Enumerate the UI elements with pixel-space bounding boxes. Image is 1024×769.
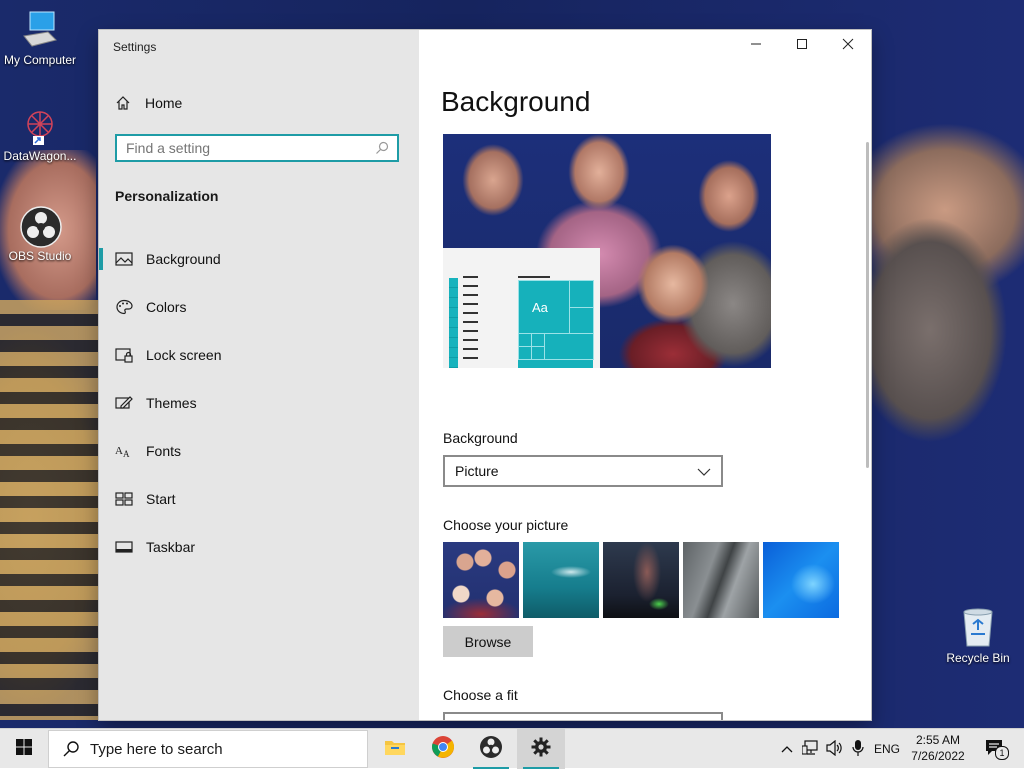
settings-window: Settings Home Personalization Background… xyxy=(99,30,871,720)
search-icon xyxy=(62,740,80,758)
choose-fit-dropdown[interactable] xyxy=(443,712,723,720)
network-icon xyxy=(801,739,820,759)
sidebar-item-label: Taskbar xyxy=(146,539,196,555)
thumbnail-band-photo[interactable] xyxy=(443,542,519,618)
window-title: Settings xyxy=(113,40,157,54)
personalization-nav-list: Background Colors Lock screen Themes AA … xyxy=(99,235,419,571)
settings-content-pane: Background Aa Background Picture Choose … xyxy=(419,30,871,720)
taskbar-clock[interactable]: 2:55 AM 7/26/2022 xyxy=(896,732,980,764)
notification-icon: 1 xyxy=(985,739,1009,760)
svg-text:A: A xyxy=(123,449,130,459)
settings-nav-pane: Settings Home Personalization Background… xyxy=(99,30,419,720)
background-type-dropdown[interactable]: Picture xyxy=(443,455,723,487)
taskbar-search-box[interactable]: Type here to search xyxy=(48,730,368,768)
computer-icon xyxy=(20,10,60,50)
speaker-icon xyxy=(826,739,844,759)
section-heading-personalization: Personalization xyxy=(115,188,219,204)
microphone-icon xyxy=(852,739,864,760)
obs-icon xyxy=(479,735,503,764)
taskbar-search-placeholder: Type here to search xyxy=(90,740,223,758)
home-icon xyxy=(115,95,131,111)
sidebar-item-taskbar[interactable]: Taskbar xyxy=(99,523,419,571)
sidebar-item-label: Background xyxy=(146,251,221,267)
desktop-icon-obs-studio[interactable]: OBS Studio xyxy=(0,206,80,263)
thumbnail-cliff[interactable] xyxy=(683,542,759,618)
desktop-icon-my-computer[interactable]: My Computer xyxy=(0,10,80,67)
taskbar-settings[interactable] xyxy=(517,729,565,769)
thumbnail-windows-default[interactable] xyxy=(763,542,839,618)
picture-thumbnails xyxy=(443,542,839,618)
sidebar-item-label: Fonts xyxy=(146,443,182,459)
nav-home-label: Home xyxy=(145,95,183,111)
clock-time: 2:55 AM xyxy=(915,733,961,747)
tray-volume-button[interactable] xyxy=(824,729,846,769)
background-preview: Aa xyxy=(443,134,771,368)
taskbar-icon xyxy=(115,539,133,555)
content-scrollbar[interactable] xyxy=(866,142,869,468)
sidebar-item-label: Start xyxy=(146,491,176,507)
thumbnail-underwater[interactable] xyxy=(523,542,599,618)
recycle-bin-icon xyxy=(958,604,998,648)
windows-logo-icon xyxy=(16,738,32,760)
browse-button[interactable]: Browse xyxy=(443,626,533,657)
sidebar-item-fonts[interactable]: AA Fonts xyxy=(99,427,419,475)
picture-icon xyxy=(115,251,133,267)
nav-home[interactable]: Home xyxy=(115,92,182,114)
file-explorer-icon xyxy=(384,738,406,761)
search-icon[interactable] xyxy=(375,141,389,155)
page-title: Background xyxy=(441,86,591,117)
taskbar-file-explorer[interactable] xyxy=(371,729,419,769)
tray-overflow-button[interactable] xyxy=(778,729,796,769)
tray-microphone-button[interactable] xyxy=(848,729,868,769)
palette-icon xyxy=(115,299,133,315)
preview-sample-text: Aa xyxy=(532,300,548,315)
desktop-icon-label: DataWagon... xyxy=(3,149,77,163)
sidebar-item-label: Lock screen xyxy=(146,347,222,363)
thumbnail-night-sky[interactable] xyxy=(603,542,679,618)
tray-network-button[interactable] xyxy=(800,729,822,769)
desktop-icon-label: OBS Studio xyxy=(8,249,72,263)
action-center-button[interactable]: 1 xyxy=(980,729,1010,769)
sidebar-item-start[interactable]: Start xyxy=(99,475,419,523)
choose-picture-label: Choose your picture xyxy=(443,517,569,533)
taskbar-chrome[interactable] xyxy=(419,729,467,769)
desktop-icon-datawagon[interactable]: DataWagon... xyxy=(0,106,80,163)
desktop-icon-label: My Computer xyxy=(3,53,77,67)
settings-icon xyxy=(531,737,551,762)
sidebar-item-label: Themes xyxy=(146,395,197,411)
fonts-icon: AA xyxy=(115,443,133,459)
choose-fit-label: Choose a fit xyxy=(443,687,518,703)
desktop-icon-label: Recycle Bin xyxy=(946,651,1010,665)
sidebar-item-label: Colors xyxy=(146,299,187,315)
sidebar-item-background[interactable]: Background xyxy=(99,235,419,283)
obs-icon xyxy=(20,206,62,248)
start-button[interactable] xyxy=(0,729,48,769)
themes-icon xyxy=(115,395,133,411)
chevron-up-icon xyxy=(781,742,793,756)
find-setting-search[interactable] xyxy=(115,134,399,162)
sidebar-item-lock-screen[interactable]: Lock screen xyxy=(99,331,419,379)
chrome-icon xyxy=(431,735,455,764)
notification-badge: 1 xyxy=(995,746,1009,760)
sidebar-item-colors[interactable]: Colors xyxy=(99,283,419,331)
start-tiles-mockup: Aa xyxy=(518,280,594,368)
taskbar: Type here to search ENG 2:55 AM 7/26/202… xyxy=(0,728,1024,769)
chevron-down-icon xyxy=(687,463,711,479)
desktop-icon-recycle-bin[interactable]: Recycle Bin xyxy=(938,604,1018,665)
background-type-label: Background xyxy=(443,430,518,446)
find-setting-input[interactable] xyxy=(117,139,375,157)
background-type-value: Picture xyxy=(455,463,499,479)
taskbar-obs-studio[interactable] xyxy=(467,729,515,769)
svg-text:A: A xyxy=(115,445,123,457)
sidebar-item-themes[interactable]: Themes xyxy=(99,379,419,427)
datawagon-icon xyxy=(20,106,60,146)
start-icon xyxy=(115,491,133,507)
clock-date: 7/26/2022 xyxy=(911,749,965,763)
lock-screen-icon xyxy=(115,347,133,363)
